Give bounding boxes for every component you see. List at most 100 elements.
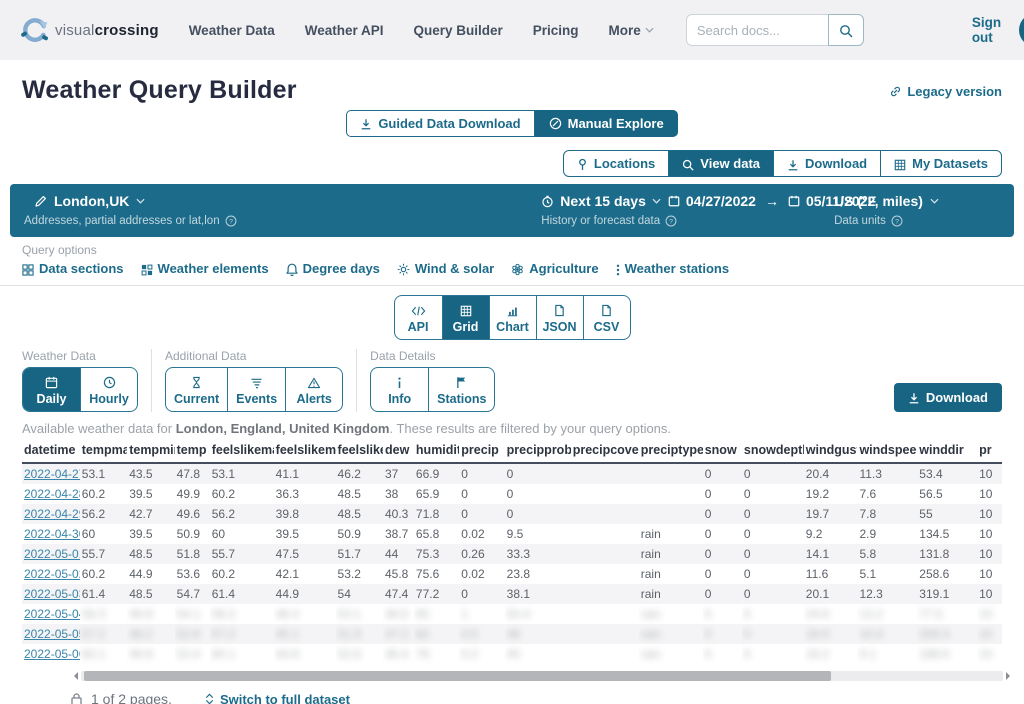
tab-my-datasets[interactable]: My Datasets: [880, 151, 1001, 176]
nav-item-weather-data[interactable]: Weather Data: [189, 23, 275, 38]
cell-precipcover: [571, 504, 639, 524]
cell-snow: 0: [703, 644, 742, 664]
date-link[interactable]: 2022-04-28: [24, 487, 80, 501]
cell-tempmax: 60.2: [80, 564, 127, 584]
horizontal-scrollbar[interactable]: [70, 671, 1014, 681]
cell-precipcover: [571, 584, 639, 604]
query-option-data-sections[interactable]: Data sections: [22, 261, 124, 276]
date-link[interactable]: 2022-05-02: [24, 567, 80, 581]
cell-precipcover: [571, 644, 639, 664]
cell-precip: 0.5: [459, 624, 504, 644]
download-icon: [360, 118, 372, 130]
help-icon[interactable]: ?: [891, 215, 903, 227]
scroll-right-arrow-icon[interactable]: [1006, 672, 1014, 680]
date-link[interactable]: 2022-04-27: [24, 467, 80, 481]
query-option-degree-days[interactable]: Degree days: [286, 261, 380, 276]
group-data-details: Data DetailsInfoStations: [370, 349, 495, 412]
column-header-temp: temp: [175, 439, 210, 463]
query-option-weather-stations[interactable]: Weather stations: [616, 261, 730, 276]
tab-locations[interactable]: Locations: [564, 151, 668, 176]
column-header-pr: pr: [977, 439, 1002, 463]
cell-windgust: 11.6: [804, 564, 858, 584]
nav-item-weather-api[interactable]: Weather API: [305, 23, 384, 38]
button-stations[interactable]: Stations: [428, 368, 494, 411]
start-date-field[interactable]: 04/27/2022: [668, 193, 756, 209]
location-selector[interactable]: London,UK: [24, 193, 541, 209]
account-button[interactable]: Account: [1019, 13, 1024, 47]
cell-tempmax: 58.3: [80, 604, 127, 624]
format-tab-grid[interactable]: Grid: [442, 296, 489, 339]
main-tab-group: LocationsView dataDownloadMy Datasets: [563, 150, 1002, 177]
format-tab-csv[interactable]: CSV: [583, 296, 630, 339]
column-header-tempmin: tempmin: [127, 439, 174, 463]
date-link[interactable]: 2022-04-30: [24, 527, 80, 541]
logo[interactable]: visualcrossing: [20, 17, 159, 44]
search-input[interactable]: [686, 14, 828, 46]
svg-text:?: ?: [669, 218, 673, 225]
query-option-weather-elements[interactable]: Weather elements: [141, 261, 269, 276]
nav-item-pricing[interactable]: Pricing: [533, 23, 579, 38]
cell-temp: 54.1: [175, 604, 210, 624]
cell-humidity: 71.8: [414, 504, 459, 524]
format-tab-chart[interactable]: Chart: [489, 296, 536, 339]
column-header-dew: dew: [383, 439, 414, 463]
scroll-left-arrow-icon[interactable]: [70, 672, 78, 680]
button-daily[interactable]: Daily: [23, 368, 80, 411]
button-current[interactable]: Current: [166, 368, 227, 411]
table-row: 2022-05-0155.748.551.855.747.551.74475.3…: [22, 544, 1002, 564]
manual-explore-button[interactable]: Manual Explore: [535, 110, 678, 137]
help-icon[interactable]: ?: [665, 215, 677, 227]
data-groups-row: Weather DataDailyHourlyAdditional DataCu…: [22, 349, 1002, 412]
cell-dew: 38.7: [383, 524, 414, 544]
button-alerts[interactable]: Alerts: [285, 368, 342, 411]
cell-precipprob: 0: [505, 484, 571, 504]
logo-text: visualcrossing: [55, 22, 159, 39]
column-header-humidity: humidity: [414, 439, 459, 463]
date-link[interactable]: 2022-04-29: [24, 507, 80, 521]
nav-item-more[interactable]: More: [609, 23, 654, 38]
cell-windspeed: 11.3: [857, 463, 917, 484]
scrollbar-thumb[interactable]: [84, 671, 831, 681]
cell-feelslike: 53.1: [336, 604, 383, 624]
sign-out-link[interactable]: Sign out: [972, 15, 1001, 45]
group-label: Additional Data: [165, 349, 343, 363]
guided-data-download-button[interactable]: Guided Data Download: [346, 110, 534, 137]
nav-item-query-builder[interactable]: Query Builder: [414, 23, 503, 38]
flower-icon: [511, 261, 524, 276]
button-hourly[interactable]: Hourly: [80, 368, 137, 411]
query-option-agriculture[interactable]: Agriculture: [511, 261, 598, 276]
date-link[interactable]: 2022-05-04: [24, 607, 80, 621]
cell-temp: 53.4: [175, 644, 210, 664]
search-button[interactable]: [828, 14, 864, 46]
tab-view-data[interactable]: View data: [668, 151, 773, 176]
date-link[interactable]: 2022-05-03: [24, 587, 80, 601]
group-divider: [356, 349, 357, 412]
query-option-wind-solar[interactable]: Wind & solar: [397, 261, 494, 276]
download-button[interactable]: Download: [894, 383, 1002, 412]
cell-windgust: 19.2: [804, 484, 858, 504]
date-range-selector[interactable]: Next 15 days: [541, 193, 661, 209]
help-icon[interactable]: ?: [225, 215, 237, 227]
legacy-version-label: Legacy version: [907, 84, 1002, 99]
format-tab-api[interactable]: API: [395, 296, 442, 339]
button-info[interactable]: Info: [371, 368, 428, 411]
cell-tempmin: 39.5: [127, 524, 174, 544]
cell-snow: 0: [703, 584, 742, 604]
cell-temp: 52.8: [175, 624, 210, 644]
date-link[interactable]: 2022-05-05: [24, 627, 80, 641]
query-options-section: Query options Data sectionsWeather eleme…: [0, 237, 1024, 286]
scrollbar-track[interactable]: [81, 671, 1003, 681]
date-link[interactable]: 2022-05-01: [24, 547, 80, 561]
pencil-icon: [34, 195, 47, 208]
cell-winddir: 188.6: [917, 644, 977, 664]
units-selector[interactable]: US (°F, miles): [834, 193, 1000, 209]
cell-precip: 0: [459, 484, 504, 504]
date-link[interactable]: 2022-05-06: [24, 647, 80, 661]
switch-to-full-dataset-link[interactable]: Switch to full dataset: [204, 692, 350, 704]
cell-tempmax: 53.1: [80, 463, 127, 484]
legacy-version-link[interactable]: Legacy version: [889, 84, 1002, 99]
tab-download[interactable]: Download: [773, 151, 880, 176]
button-events[interactable]: Events: [227, 368, 285, 411]
format-tab-json[interactable]: JSON: [536, 296, 583, 339]
cell-temp: 49.9: [175, 484, 210, 504]
